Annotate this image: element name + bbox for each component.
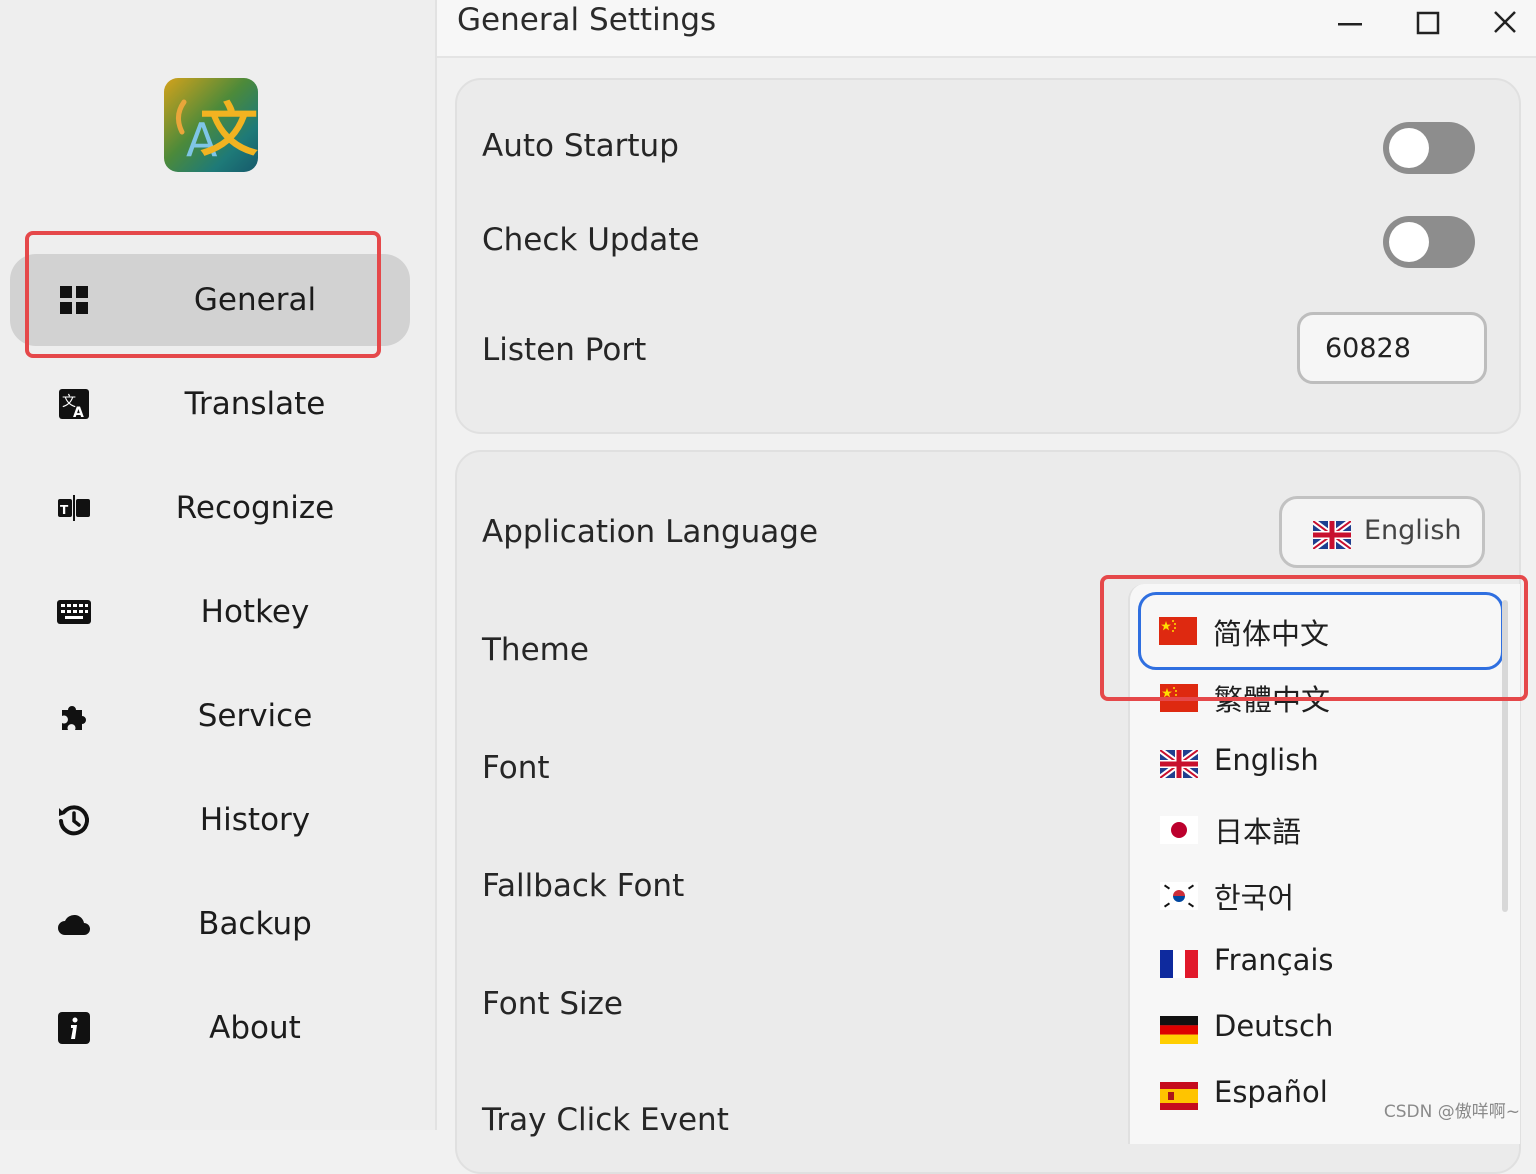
translate-icon: 文A: [56, 386, 92, 422]
spain-flag-icon: [1160, 1082, 1198, 1110]
info-icon: [56, 1010, 92, 1046]
france-flag-icon: [1160, 950, 1198, 978]
keyboard-icon: [56, 594, 92, 630]
sidebar-item-recognize[interactable]: T Recognize: [10, 462, 410, 554]
fallback-font-label: Fallback Font: [482, 868, 685, 904]
auto-startup-toggle[interactable]: [1383, 122, 1475, 174]
language-option-label: Deutsch: [1214, 1009, 1334, 1043]
sidebar-item-label: Service: [197, 698, 313, 734]
language-option-label: English: [1214, 743, 1319, 777]
svg-text:A: A: [73, 405, 84, 421]
uk-flag-icon: [1160, 750, 1198, 778]
listen-port-label: Listen Port: [482, 332, 647, 368]
language-option-zh-hant[interactable]: 繁體中文: [1140, 666, 1504, 730]
cloud-icon: [56, 906, 92, 942]
china-flag-icon: [1160, 684, 1198, 712]
settings-card-system: Auto Startup Check Update Listen Port: [455, 78, 1521, 434]
sidebar-item-about[interactable]: About: [10, 982, 410, 1074]
sidebar-item-service[interactable]: Service: [10, 670, 410, 762]
sidebar-item-label: Translate: [184, 386, 326, 422]
sidebar-item-hotkey[interactable]: Hotkey: [10, 566, 410, 658]
uk-flag-icon: [1311, 518, 1353, 553]
svg-text:文: 文: [200, 96, 258, 164]
close-button[interactable]: [1485, 6, 1525, 42]
sidebar-item-backup[interactable]: Backup: [10, 878, 410, 970]
toggle-knob: [1389, 222, 1429, 262]
sidebar-item-translate[interactable]: 文A Translate: [10, 358, 410, 450]
font-size-label: Font Size: [482, 986, 623, 1022]
language-option-en[interactable]: English: [1140, 732, 1504, 796]
listen-port-input[interactable]: [1297, 312, 1487, 384]
language-option-de[interactable]: Deutsch: [1140, 998, 1504, 1062]
toggle-knob: [1389, 128, 1429, 168]
language-option-fr[interactable]: Français: [1140, 932, 1504, 996]
language-dropdown-menu: 简体中文 繁體中文 English 日本語 한국어 Français Deuts…: [1128, 584, 1520, 1144]
language-option-zh-hans[interactable]: 简体中文: [1138, 592, 1504, 670]
germany-flag-icon: [1160, 1016, 1198, 1044]
svg-text:T: T: [60, 503, 69, 517]
language-option-ja[interactable]: 日本語: [1140, 798, 1504, 862]
minimize-button[interactable]: [1330, 6, 1370, 42]
maximize-button[interactable]: [1407, 6, 1447, 42]
tray-click-event-label: Tray Click Event: [482, 1102, 729, 1138]
dropdown-scrollbar[interactable]: [1502, 600, 1508, 912]
check-update-label: Check Update: [482, 222, 700, 258]
sidebar: A 文 General 文A Translate T Recognize Hot…: [0, 0, 437, 1130]
sidebar-item-label: About: [209, 1010, 301, 1046]
sidebar-item-general[interactable]: General: [10, 254, 410, 346]
application-language-value: English: [1364, 515, 1462, 546]
japan-flag-icon: [1160, 816, 1198, 844]
title-bar: General Settings: [437, 0, 1536, 58]
china-flag-icon: [1159, 617, 1197, 645]
language-option-label: 繁體中文: [1214, 683, 1331, 717]
application-language-label: Application Language: [482, 514, 819, 550]
history-icon: [56, 802, 92, 838]
check-update-toggle[interactable]: [1383, 216, 1475, 268]
grid-icon: [56, 282, 92, 318]
language-option-label: 日本語: [1214, 815, 1302, 849]
language-option-label: Français: [1214, 943, 1334, 977]
language-option-label: 简体中文: [1213, 617, 1330, 651]
sidebar-item-label: Hotkey: [200, 594, 310, 630]
sidebar-item-label: Recognize: [175, 490, 335, 526]
ocr-icon: T: [56, 490, 92, 526]
sidebar-item-label: Backup: [198, 906, 312, 942]
watermark: CSDN @傲咩啊~: [1383, 1102, 1520, 1122]
korea-flag-icon: [1160, 882, 1198, 910]
font-label: Font: [482, 750, 550, 786]
sidebar-item-label: History: [199, 802, 311, 838]
theme-label: Theme: [482, 632, 589, 668]
app-logo-icon: A 文: [164, 78, 258, 172]
application-language-select[interactable]: English: [1279, 496, 1485, 568]
language-option-label: 한국어: [1214, 881, 1295, 915]
language-option-label: Español: [1214, 1075, 1328, 1109]
sidebar-item-history[interactable]: History: [10, 774, 410, 866]
auto-startup-label: Auto Startup: [482, 128, 679, 164]
window-title: General Settings: [457, 2, 717, 38]
sidebar-item-label: General: [193, 282, 317, 318]
puzzle-icon: [56, 698, 92, 734]
language-option-ko[interactable]: 한국어: [1140, 864, 1504, 928]
